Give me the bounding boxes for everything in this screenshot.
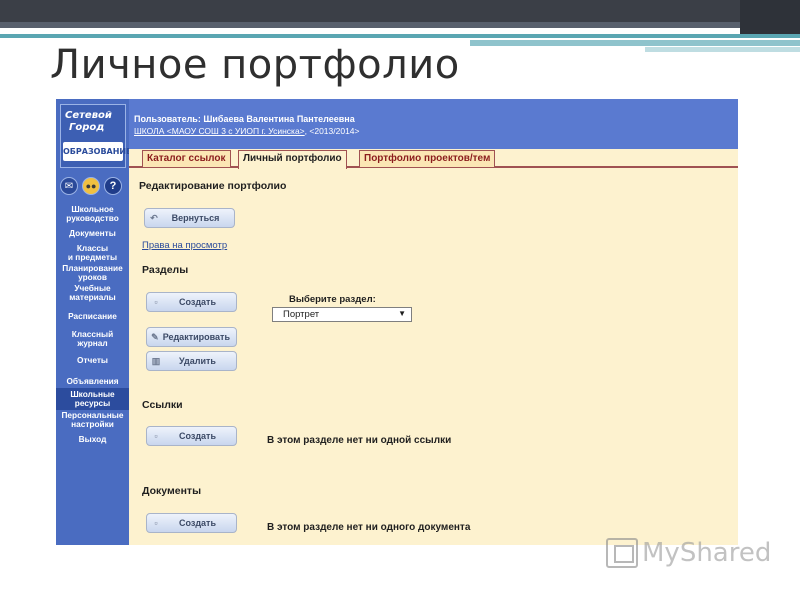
- sidebar-item-announcements[interactable]: Объявления: [56, 373, 129, 388]
- logo-line-1: Сетевой: [65, 110, 112, 121]
- sidebar-item-label: Выход: [78, 434, 107, 444]
- document-icon: ▫: [154, 431, 158, 441]
- create-section-button[interactable]: ▫ Создать: [146, 292, 237, 312]
- sidebar-item-label: материалы: [69, 292, 116, 302]
- sidebar: Сетевой Город ОБРАЗОВАНИЕ ✉ ●● ? Школьно…: [56, 99, 132, 545]
- app-header: Пользователь: Шибаева Валентина Пантелее…: [129, 99, 738, 149]
- slide-accent-stripe-2: [470, 40, 800, 46]
- slide-accent-stripe-3: [645, 47, 800, 52]
- sidebar-item-label: журнал: [77, 338, 108, 348]
- sidebar-item-label: Отчеты: [77, 355, 108, 365]
- tab-personal-portfolio[interactable]: Личный портфолио: [238, 150, 347, 169]
- section-select-value: Портрет: [283, 309, 320, 320]
- sidebar-item-classes[interactable]: Классы и предметы: [56, 241, 129, 262]
- sidebar-item-reports[interactable]: Отчеты: [56, 351, 129, 373]
- document-icon: ▫: [154, 297, 158, 307]
- sidebar-item-personal-settings[interactable]: Персональные настройки: [56, 410, 129, 432]
- sidebar-item-class-journal[interactable]: Классный журнал: [56, 328, 129, 351]
- mail-icon[interactable]: ✉: [60, 177, 78, 195]
- current-user: Пользователь: Шибаева Валентина Пантелее…: [134, 114, 355, 124]
- school-line: ШКОЛА <МАОУ СОШ 3 с УИОП г. Усинска>, <2…: [134, 126, 360, 136]
- app-window: Сетевой Город ОБРАЗОВАНИЕ ✉ ●● ? Школьно…: [56, 99, 738, 545]
- tab-link-catalog[interactable]: Каталог ссылок: [142, 150, 231, 167]
- school-link[interactable]: ШКОЛА <МАОУ СОШ 3 с УИОП г. Усинска>: [134, 126, 305, 136]
- back-button[interactable]: ↶ Вернуться: [144, 208, 235, 228]
- sidebar-menu: Школьное руководство Документы Классы и …: [56, 203, 129, 448]
- sidebar-item-lesson-planning[interactable]: Планирование уроков: [56, 262, 129, 282]
- users-icon[interactable]: ●●: [82, 177, 100, 195]
- sidebar-item-label: ресурсы: [74, 398, 111, 408]
- slide-accent-stripe: [0, 34, 800, 38]
- watermark: MyShared: [606, 538, 771, 568]
- create-document-label: Создать: [178, 518, 216, 528]
- edit-section-label: Редактировать: [162, 332, 230, 342]
- create-link-button[interactable]: ▫ Создать: [146, 426, 237, 446]
- create-document-button[interactable]: ▫ Создать: [146, 513, 237, 533]
- sidebar-item-label: руководство: [66, 213, 119, 223]
- tab-bar: Каталог ссылок Личный портфолио Портфоли…: [129, 149, 738, 169]
- delete-section-label: Удалить: [179, 356, 216, 366]
- logo-ribbon: ОБРАЗОВАНИЕ: [63, 142, 132, 161]
- sidebar-item-documents[interactable]: Документы: [56, 224, 129, 241]
- school-year: , <2013/2014>: [304, 126, 360, 136]
- select-section-label: Выберите раздел:: [289, 294, 376, 305]
- delete-section-button[interactable]: ▥ Удалить: [146, 351, 237, 371]
- help-icon[interactable]: ?: [104, 177, 122, 195]
- sidebar-item-label: Документы: [69, 228, 116, 238]
- slide-top-band-lower: [0, 22, 800, 28]
- sidebar-item-label: Расписание: [68, 311, 117, 321]
- logo-line-2: Город: [69, 122, 105, 133]
- create-link-label: Создать: [178, 431, 216, 441]
- document-icon: ▫: [154, 518, 158, 528]
- back-arrow-icon: ↶: [150, 212, 158, 223]
- trash-icon: ▥: [151, 355, 161, 366]
- links-title: Ссылки: [142, 399, 183, 411]
- edit-section-button[interactable]: ✎ Редактировать: [146, 327, 237, 347]
- sections-title: Разделы: [142, 264, 189, 276]
- slide-top-band: [0, 0, 800, 22]
- create-section-label: Создать: [178, 297, 216, 307]
- tab-project-portfolio[interactable]: Портфолио проектов/тем: [359, 150, 496, 167]
- slide-title: Личное портфолио: [50, 42, 460, 88]
- page-heading: Редактирование портфолио: [139, 180, 287, 192]
- sidebar-item-label: Объявления: [66, 376, 119, 386]
- sidebar-item-materials[interactable]: Учебные материалы: [56, 282, 129, 308]
- back-button-label: Вернуться: [171, 213, 220, 223]
- presentation-icon: [606, 538, 638, 568]
- sidebar-item-label: и предметы: [67, 252, 118, 262]
- documents-title: Документы: [142, 485, 202, 497]
- pencil-icon: ✎: [151, 331, 159, 342]
- documents-empty-note: В этом разделе нет ни одного документа: [267, 522, 471, 533]
- watermark-text: MyShared: [642, 538, 772, 568]
- sidebar-item-label: уроков: [78, 272, 107, 282]
- sidebar-item-label: настройки: [71, 419, 114, 429]
- section-select[interactable]: Портрет ▼: [272, 307, 412, 322]
- sidebar-item-logout[interactable]: Выход: [56, 432, 129, 448]
- sidebar-item-school-resources[interactable]: Школьные ресурсы: [56, 388, 129, 410]
- sidebar-item-school-guide[interactable]: Школьное руководство: [56, 203, 129, 224]
- links-empty-note: В этом разделе нет ни одной ссылки: [267, 435, 452, 446]
- dropdown-arrow-icon: ▼: [398, 309, 406, 318]
- sidebar-icon-row: ✉ ●● ?: [60, 177, 122, 195]
- sidebar-item-schedule[interactable]: Расписание: [56, 308, 129, 328]
- slide-corner-block: [740, 0, 800, 38]
- view-rights-link[interactable]: Права на просмотр: [142, 240, 227, 251]
- app-logo[interactable]: Сетевой Город ОБРАЗОВАНИЕ: [60, 104, 132, 168]
- main-content: Редактирование портфолио ↶ Вернуться Пра…: [129, 168, 738, 545]
